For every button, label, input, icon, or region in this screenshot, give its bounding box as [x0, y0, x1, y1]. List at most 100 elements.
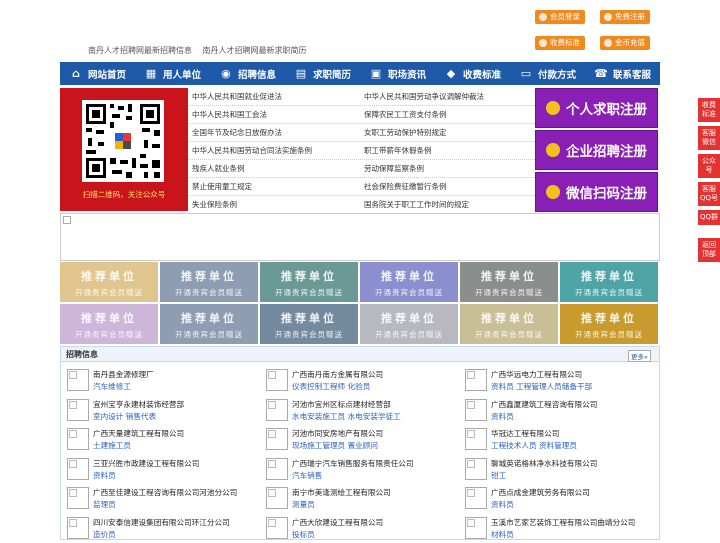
job-positions[interactable]: 材料员	[491, 529, 514, 540]
recommended-slot[interactable]: 推荐单位 开通贵宾会员赠送	[560, 262, 658, 302]
company-name[interactable]: 广西点成金建筑劳务有限公司	[491, 487, 590, 498]
recommended-slot[interactable]: 推荐单位 开通贵宾会员赠送	[360, 304, 458, 344]
recommended-slot[interactable]: 推荐单位 开通贵宾会员赠送	[60, 304, 158, 344]
job-positions[interactable]: 造价员	[93, 529, 116, 540]
company-logo[interactable]	[67, 457, 89, 480]
recommended-slot[interactable]: 推荐单位 开通贵宾会员赠送	[60, 262, 158, 302]
register-button[interactable]: 免费注册	[600, 10, 650, 24]
company-name[interactable]: 广西南丹南方金属有限公司	[292, 369, 383, 380]
nav-employers[interactable]: ▦ 用人单位	[135, 62, 210, 85]
law-link[interactable]: 中华人民共和国劳动合同法实施条例	[192, 145, 312, 156]
law-link[interactable]: 国务院关于职工工作时间的规定	[364, 199, 469, 210]
recommended-slot[interactable]: 推荐单位 开通贵宾会员赠送	[260, 304, 358, 344]
law-link[interactable]: 职工带薪年休假条例	[364, 145, 432, 156]
job-item[interactable]: 广西鑫厦建筑工程咨询有限公司 资料员	[459, 397, 657, 425]
law-link[interactable]: 残疾人就业条例	[192, 163, 245, 174]
company-logo[interactable]	[266, 516, 288, 539]
side-wechat-service[interactable]: 客服微信	[698, 126, 720, 150]
job-positions[interactable]: 汽车销售	[292, 470, 322, 481]
nav-home[interactable]: ⌂ 网站首页	[60, 62, 135, 85]
job-item[interactable]: 玉溪市艺家艺装饰工程有限公司曲靖分公司 材料员	[459, 515, 657, 543]
employer-register-button[interactable]: 企业招聘注册	[535, 130, 658, 170]
job-item[interactable]: 广西南丹南方金属有限公司 仪表控制工程师 化验员	[260, 367, 458, 395]
job-item[interactable]: 四川安泰信建设集团有限公司环江分公司 造价员	[61, 515, 259, 543]
nav-resumes[interactable]: ▤ 求职简历	[285, 62, 360, 85]
company-name[interactable]: 聊城英诺格林净水科技有限公司	[491, 458, 597, 469]
side-back-to-top[interactable]: 返回顶部	[698, 238, 720, 262]
job-item[interactable]: 南宁市美逢测绘工程有限公司 测量员	[260, 485, 458, 513]
recharge-button[interactable]: 金币充值	[600, 36, 650, 50]
latest-jobs-link[interactable]: 南丹人才招聘网最新招聘信息	[88, 46, 192, 55]
recommended-slot[interactable]: 推荐单位 开通贵宾会员赠送	[460, 304, 558, 344]
company-name[interactable]: 三亚兴胜市政建设工程有限公司	[93, 458, 199, 469]
company-name[interactable]: 广西瑞宁汽车销售服务有限责任公司	[292, 458, 414, 469]
job-positions[interactable]: 现场施工管理员 置业顾问	[292, 440, 378, 451]
job-positions[interactable]: 资料员	[491, 499, 514, 510]
job-item[interactable]: 聊城英诺格林净水科技有限公司 钳工	[459, 456, 657, 484]
job-positions[interactable]: 汽车维修工	[93, 381, 131, 392]
company-name[interactable]: 四川安泰信建设集团有限公司环江分公司	[93, 517, 230, 528]
side-qq-group[interactable]: QQ群	[698, 210, 720, 225]
recommended-slot[interactable]: 推荐单位 开通贵宾会员赠送	[160, 262, 258, 302]
company-logo[interactable]	[465, 369, 487, 391]
job-item[interactable]: 广西华远电力工程有限公司 资料员 工程管理人员储备干部	[459, 367, 657, 395]
nav-news[interactable]: ▣ 职场资讯	[360, 62, 435, 85]
nav-payment[interactable]: ▭ 付款方式	[510, 62, 585, 85]
job-item[interactable]: 河池市宜州区标点建材经营部 水电安装施工员 水电安装学徒工	[260, 397, 458, 425]
banner-image[interactable]	[60, 213, 660, 261]
law-link[interactable]: 全国年节及纪念日放假办法	[192, 127, 282, 138]
company-logo[interactable]	[465, 516, 487, 539]
side-pricing[interactable]: 收费标准	[698, 98, 720, 122]
company-logo[interactable]	[266, 487, 288, 509]
nav-pricing[interactable]: ◆ 收费标准	[435, 62, 510, 85]
job-item[interactable]: 广西天量建筑工程有限公司 土建施工员	[61, 426, 259, 454]
company-logo[interactable]	[266, 457, 288, 480]
job-positions[interactable]: 钳工	[491, 470, 506, 481]
company-logo[interactable]	[465, 487, 487, 509]
recommended-slot[interactable]: 推荐单位 开通贵宾会员赠送	[160, 304, 258, 344]
law-link[interactable]: 中华人民共和国就业促进法	[192, 91, 282, 102]
company-logo[interactable]	[465, 398, 487, 421]
company-logo[interactable]	[465, 457, 487, 480]
job-positions[interactable]: 资料员 工程管理人员储备干部	[491, 381, 592, 392]
company-logo[interactable]	[67, 398, 89, 421]
company-name[interactable]: 广西鑫厦建筑工程咨询有限公司	[491, 399, 597, 410]
side-qq-service[interactable]: 客服QQ号	[698, 182, 720, 206]
nav-contact[interactable]: ☎ 联系客服	[585, 62, 660, 85]
job-positions[interactable]: 仪表控制工程师 化验员	[292, 381, 370, 392]
job-positions[interactable]: 资料员	[93, 470, 116, 481]
job-item[interactable]: 三亚兴胜市政建设工程有限公司 资料员	[61, 456, 259, 484]
company-logo[interactable]	[67, 487, 89, 509]
nav-jobs[interactable]: ◉ 招聘信息	[210, 62, 285, 85]
company-logo[interactable]	[67, 428, 89, 450]
job-positions[interactable]: 监理员	[93, 499, 116, 510]
latest-resumes-link[interactable]: 南丹人才招聘网最新求职简历	[203, 46, 307, 55]
company-name[interactable]: 玉溪市艺家艺装饰工程有限公司曲靖分公司	[491, 517, 635, 528]
job-positions[interactable]: 水电安装施工员 水电安装学徒工	[292, 411, 401, 422]
company-logo[interactable]	[266, 428, 288, 450]
company-name[interactable]: 广西天量建筑工程有限公司	[93, 428, 184, 439]
login-button[interactable]: 会员登录	[535, 10, 585, 24]
law-link[interactable]: 失业保险条例	[192, 199, 237, 210]
recommended-slot[interactable]: 推荐单位 开通贵宾会员赠送	[360, 262, 458, 302]
company-name[interactable]: 华冠达工程有限公司	[491, 428, 559, 439]
job-positions[interactable]: 室内设计 销售代表	[93, 411, 156, 422]
company-name[interactable]: 广西大欣建设工程有限公司	[292, 517, 383, 528]
law-link[interactable]: 禁止使用童工规定	[192, 181, 252, 192]
law-link[interactable]: 中华人民共和国工会法	[192, 109, 267, 120]
wechat-register-button[interactable]: 微信扫码注册	[535, 172, 658, 212]
law-link[interactable]: 社会保险费征缴暂行条例	[364, 181, 447, 192]
company-name[interactable]: 河池市宜州区标点建材经营部	[292, 399, 391, 410]
job-item[interactable]: 广西至佳建设工程咨询有限公司河池分公司 监理员	[61, 485, 259, 513]
side-official-account[interactable]: 公众号	[698, 154, 720, 178]
company-name[interactable]: 河池市同安房地产有限公司	[292, 428, 383, 439]
law-link[interactable]: 中华人民共和国劳动争议调解仲裁法	[364, 91, 484, 102]
law-link[interactable]: 劳动保障监察条例	[364, 163, 424, 174]
company-name[interactable]: 宜州宝亨永建材装饰经营部	[93, 399, 184, 410]
pricing-button[interactable]: 收费标准	[535, 36, 585, 50]
company-logo[interactable]	[266, 398, 288, 421]
company-logo[interactable]	[465, 428, 487, 450]
job-item[interactable]: 广西瑞宁汽车销售服务有限责任公司 汽车销售	[260, 456, 458, 484]
company-name[interactable]: 广西华远电力工程有限公司	[491, 369, 582, 380]
job-item[interactable]: 宜州宝亨永建材装饰经营部 室内设计 销售代表	[61, 397, 259, 425]
